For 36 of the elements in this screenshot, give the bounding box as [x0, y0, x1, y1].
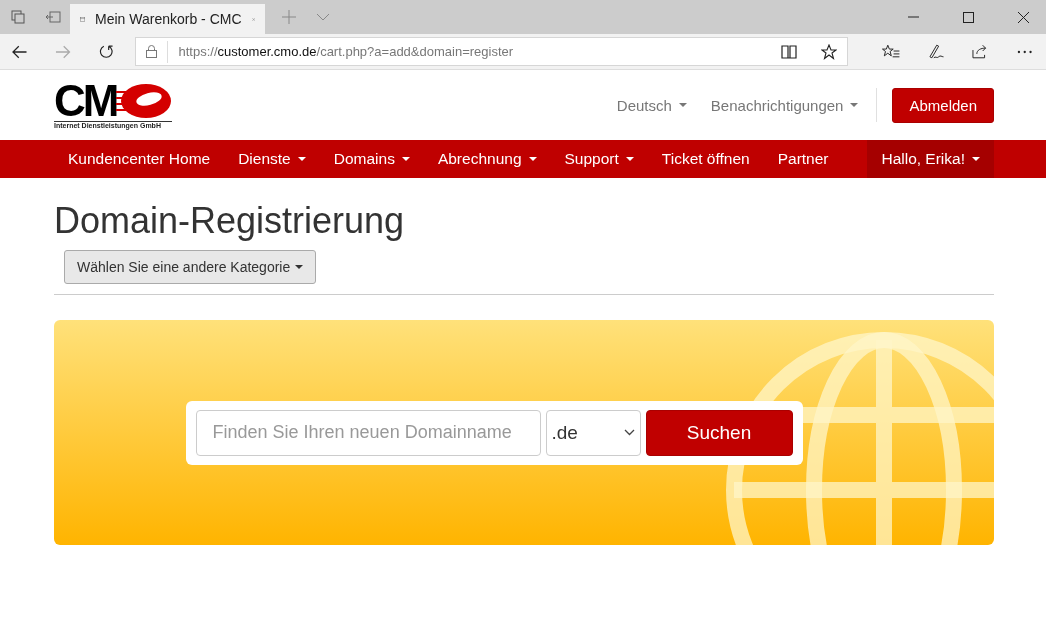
back-icon[interactable] — [12, 44, 28, 59]
tabs-icon[interactable] — [11, 10, 25, 24]
header-link[interactable]: Deutsch — [616, 96, 687, 114]
logout-button[interactable]: Abmelden — [892, 87, 994, 123]
share-icon[interactable] — [972, 44, 989, 59]
header-link[interactable]: Benachrichtigungen — [710, 96, 859, 114]
logo-text: CM — [54, 81, 117, 121]
nav-link[interactable]: Abrechnung — [423, 140, 551, 178]
nav-link[interactable]: Domains — [319, 140, 424, 178]
tld-select[interactable]: .de — [545, 409, 641, 456]
star-icon[interactable] — [821, 43, 838, 60]
user-menu[interactable]: Hallo, Erika! — [867, 140, 994, 178]
category-dropdown[interactable]: Wählen Sie eine andere Kategorie — [64, 250, 317, 284]
domain-search-field[interactable]: Finden Sie Ihren neuen Domainname — [195, 409, 541, 456]
reading-view-icon[interactable] — [781, 44, 798, 59]
page-title: Domain-Registrierung — [54, 200, 406, 242]
more-icon[interactable] — [1016, 49, 1033, 54]
address-bar[interactable]: https://customer.cmo.de/cart.php?a=add&domain=register — [135, 37, 849, 66]
nav-link[interactable]: Dienste — [224, 140, 320, 178]
close-icon[interactable] — [1018, 11, 1029, 23]
lock-icon — [146, 45, 158, 58]
pen-icon[interactable] — [927, 43, 945, 60]
logo-swoosh-icon — [116, 82, 173, 120]
nav-link[interactable]: Partner — [763, 140, 843, 178]
browser-tab[interactable]: Mein Warenkorb - CMC — [70, 4, 265, 34]
chevron-down-icon — [623, 429, 635, 436]
nav-link[interactable]: Ticket öffnen — [647, 140, 764, 178]
refresh-icon[interactable] — [98, 44, 114, 59]
nav-link[interactable]: Kundencenter Home — [54, 140, 225, 178]
tab-title: Mein Warenkorb - CMC — [95, 11, 242, 27]
favorites-icon[interactable] — [882, 44, 900, 59]
maximize-icon[interactable] — [963, 11, 974, 23]
tab-aside-icon[interactable] — [45, 11, 61, 23]
search-button[interactable]: Suchen — [645, 409, 793, 456]
nav-link[interactable]: Support — [550, 140, 648, 178]
url-text: https://customer.cmo.de/cart.php?a=add&domain=register — [178, 44, 514, 59]
